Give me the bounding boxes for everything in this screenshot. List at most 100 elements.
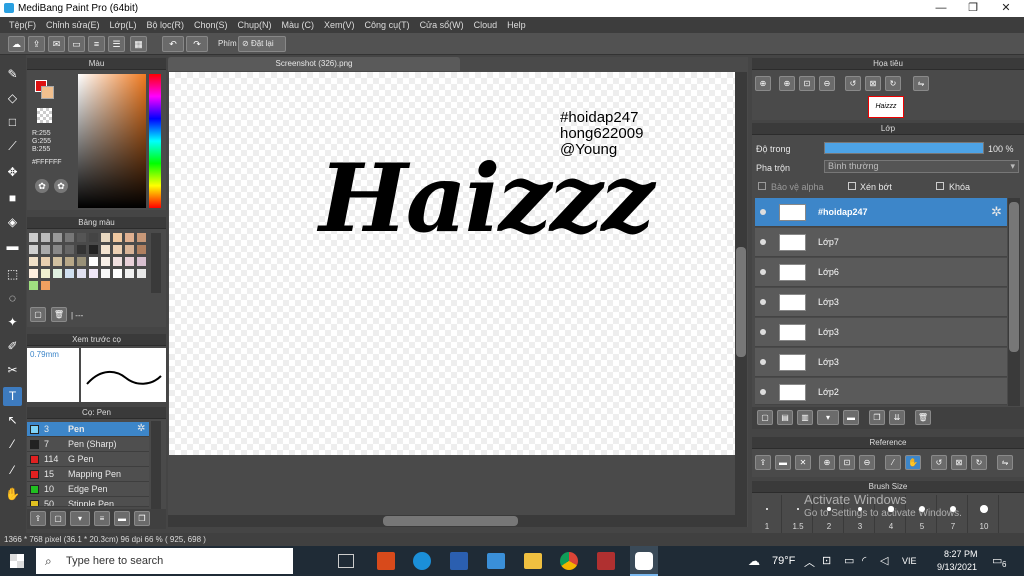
nav-rotate-left-icon[interactable]: ↺ [845,76,861,91]
color-wheel-icon[interactable]: ✿ [35,179,49,193]
visibility-eye-icon[interactable] [760,329,766,335]
palette-swatch[interactable] [41,257,50,266]
palette-swatch[interactable] [101,257,110,266]
comment-icon[interactable]: ✉ [48,36,65,52]
new-halftone-layer-icon[interactable]: ▤ [777,410,793,425]
chevron-up-icon[interactable]: ︿ [804,554,815,570]
palette-swatch[interactable] [113,245,122,254]
fill-shape-tool-icon[interactable]: ■ [3,189,22,208]
protect-alpha-checkbox[interactable] [758,182,766,190]
eyedropper-tool-icon[interactable]: ⁄ [3,435,22,454]
palette-swatch[interactable] [89,257,98,266]
ref-upload-icon[interactable]: ⇪ [755,455,771,470]
cloud-icon[interactable]: ☁ [8,36,25,52]
menu-color[interactable]: Màu (C) [277,17,320,33]
close-button[interactable]: ✕ [990,0,1022,17]
brush-item-stipple-pen[interactable]: 50 Stipple Pen [27,497,149,507]
palette-swatch[interactable] [101,269,110,278]
maximize-button[interactable]: ❐ [957,0,989,17]
bucket-tool-icon[interactable]: ◈ [3,213,22,232]
clock-date[interactable]: 9/13/2021 [937,562,977,572]
palette-swatch[interactable] [113,269,122,278]
brush-menu-icon[interactable]: ▾ [70,511,90,526]
layer-item[interactable]: Lớp3 [755,318,1007,347]
menu-snap[interactable]: Chụp(N) [233,17,277,33]
nav-rotate-right-icon[interactable]: ↻ [885,76,901,91]
menu-view[interactable]: Xem(V) [319,17,360,33]
ref-hand-icon[interactable]: ✋ [905,455,921,470]
palette-swatch[interactable] [125,269,134,278]
blend-mode-select[interactable]: Bình thường ▾ [824,160,1019,173]
palette-swatch[interactable] [137,257,146,266]
nav-reset-icon[interactable]: ⊠ [865,76,881,91]
layer-scroll-thumb[interactable] [1009,202,1019,352]
task-view-icon[interactable] [338,554,354,568]
wifi-icon[interactable]: ◜ [862,554,866,567]
nav-zoom-in-icon[interactable]: ⊕ [779,76,795,91]
palette-swatch[interactable] [125,245,134,254]
background-color-swatch[interactable] [41,86,54,99]
palette-delete-icon[interactable]: 🗑 [51,307,67,322]
palette-swatch[interactable] [29,281,38,290]
ref-reset-icon[interactable]: ⊠ [951,455,967,470]
chrome-icon[interactable] [560,552,578,570]
eraser-tool-icon[interactable]: ◇ [3,89,22,108]
hand-tool-icon[interactable]: ✋ [3,485,22,504]
divide-tool-icon[interactable]: ⁄ [3,461,22,480]
palette-swatch[interactable] [125,233,134,242]
palette-swatch[interactable] [53,245,62,254]
lock-checkbox[interactable] [936,182,944,190]
visibility-eye-icon[interactable] [760,299,766,305]
lasso-tool-icon[interactable]: ◌ [3,289,22,308]
brush-item-mapping-pen[interactable]: 15 Mapping Pen [27,467,149,482]
palette-swatch[interactable] [77,245,86,254]
add-brush-icon[interactable]: ⇪ [30,511,46,526]
navigator-thumbnail[interactable]: Haizzz [868,96,904,118]
brush-size-cell[interactable]: 10 [969,495,999,533]
palette-swatch[interactable] [137,269,146,278]
palette-swatch[interactable] [89,269,98,278]
nav-fit-icon[interactable]: ⊡ [799,76,815,91]
visibility-eye-icon[interactable] [760,209,766,215]
palette-swatch[interactable] [77,257,86,266]
minimize-button[interactable]: — [925,0,957,17]
visibility-eye-icon[interactable] [760,389,766,395]
new-brush-icon[interactable]: ▢ [50,511,66,526]
undo-icon[interactable]: ↶ [162,36,184,52]
nav-flip-icon[interactable]: ⇋ [913,76,929,91]
drawing-canvas[interactable]: #hoidap247 hong622009 @Young Haizzz [169,72,735,455]
brush-copy-icon[interactable]: ❐ [134,511,150,526]
menu-filter[interactable]: Bộ lọc(R) [141,17,189,33]
palette-swatch[interactable] [53,269,62,278]
layer-item[interactable]: Lớp2 [755,378,1007,405]
network-icon[interactable]: ⊡ [822,554,831,567]
palette-swatch[interactable] [137,233,146,242]
file-explorer-icon[interactable] [524,553,542,569]
menu-window[interactable]: Cửa sổ(W) [415,17,469,33]
menu-cloud[interactable]: Cloud [469,17,503,33]
brush-item-pen[interactable]: 3 Pen ✲ [27,422,149,437]
palette-swatch[interactable] [137,245,146,254]
nav-zoom-fit-icon[interactable]: ⊕ [755,76,771,91]
ref-zoom-in-icon[interactable]: ⊕ [819,455,835,470]
ref-rotate-left-icon[interactable]: ↺ [931,455,947,470]
gradient-tool-icon[interactable]: ▬ [3,237,22,256]
reset-button[interactable]: ⊘ Đặt lại [238,36,286,52]
vertical-scroll-thumb[interactable] [736,247,746,357]
palette-swatch[interactable] [125,257,134,266]
palette-swatch[interactable] [41,245,50,254]
rectangle-tool-icon[interactable]: □ [3,113,22,132]
magic-wand-tool-icon[interactable]: ✦ [3,313,22,332]
layer-item[interactable]: Lớp3 [755,288,1007,317]
palette-swatch[interactable] [89,245,98,254]
menu-layer[interactable]: Lớp(L) [105,17,142,33]
canvas-horizontal-scrollbar[interactable] [168,515,735,527]
color-picker-icon[interactable]: ✿ [54,179,68,193]
mail-icon[interactable] [487,553,505,569]
menu-edit[interactable]: Chỉnh sửa(E) [41,17,105,33]
nav-zoom-out-icon[interactable]: ⊖ [819,76,835,91]
duplicate-layer-icon[interactable]: ❐ [869,410,885,425]
palette-swatch[interactable] [65,245,74,254]
layer-item[interactable]: Lớp6 [755,258,1007,287]
brush-folder-icon[interactable]: ▬ [114,511,130,526]
